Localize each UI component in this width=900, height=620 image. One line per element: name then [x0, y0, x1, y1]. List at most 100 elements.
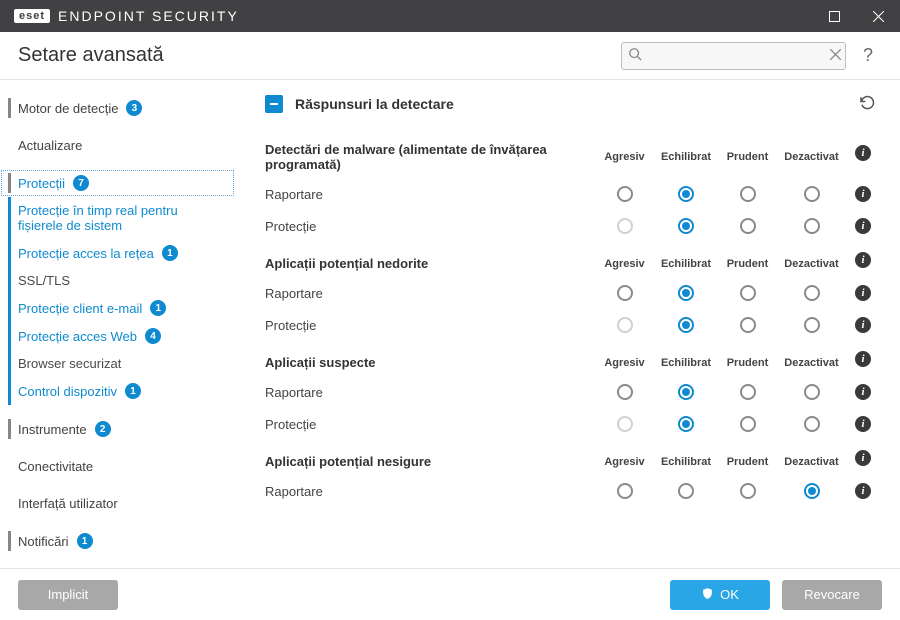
radio-option[interactable]: [740, 416, 756, 432]
content-area: Răspunsuri la detectare Detectări de mal…: [235, 80, 900, 568]
ok-button[interactable]: OK: [670, 580, 770, 610]
sidebar-subitem[interactable]: Browser securizat: [0, 350, 235, 377]
column-header: Agresiv: [597, 244, 652, 276]
help-button[interactable]: ?: [854, 45, 882, 66]
sidebar-item[interactable]: Notificări1: [0, 527, 235, 555]
sidebar-subitem[interactable]: Control dispozitiv 1: [0, 377, 235, 405]
sidebar-subitem[interactable]: SSL/TLS: [0, 267, 235, 294]
shield-icon: [701, 587, 714, 603]
subheader: Setare avansată ?: [0, 32, 900, 80]
radio-option[interactable]: [740, 317, 756, 333]
collapse-toggle[interactable]: [265, 95, 283, 113]
sidebar-item[interactable]: Instrumente2: [0, 415, 235, 443]
radio-option[interactable]: [678, 285, 694, 301]
radio-option[interactable]: [617, 285, 633, 301]
column-header: Prudent: [720, 137, 775, 169]
group-title: Aplicații potențial nedorite: [265, 242, 593, 277]
radio-option[interactable]: [617, 384, 633, 400]
radio-option[interactable]: [678, 186, 694, 202]
cancel-button[interactable]: Revocare: [782, 580, 882, 610]
column-header: Agresiv: [597, 442, 652, 474]
reset-icon[interactable]: [858, 94, 878, 114]
sidebar-badge: 1: [162, 245, 178, 261]
sidebar-item[interactable]: Protecții7: [0, 169, 235, 197]
radio-option[interactable]: [678, 317, 694, 333]
radio-option[interactable]: [804, 285, 820, 301]
group-title: Aplicații potențial nesigure: [265, 440, 593, 475]
settings-grid: Detectări de malware (alimentate de învă…: [265, 128, 878, 507]
info-icon[interactable]: i: [855, 186, 871, 202]
radio-option[interactable]: [678, 483, 694, 499]
sidebar-item-label: Protecții: [18, 176, 65, 191]
info-icon[interactable]: i: [855, 384, 871, 400]
sidebar-item-label: Protecție client e-mail: [18, 301, 142, 316]
column-header: Dezactivat: [779, 343, 844, 375]
radio-option: [617, 317, 633, 333]
info-icon[interactable]: i: [855, 416, 871, 432]
clear-search-icon[interactable]: [830, 48, 841, 63]
radio-option[interactable]: [678, 416, 694, 432]
radio-option[interactable]: [740, 384, 756, 400]
sidebar-item[interactable]: Conectivitate: [0, 453, 235, 480]
radio-option[interactable]: [740, 483, 756, 499]
setting-label: Raportare: [265, 476, 593, 507]
column-header: Prudent: [720, 442, 775, 474]
sidebar-subitem[interactable]: Protecție client e-mail1: [0, 294, 235, 322]
sidebar-item-label: Browser securizat: [18, 356, 121, 371]
maximize-button[interactable]: [812, 0, 856, 32]
radio-option[interactable]: [804, 186, 820, 202]
radio-option[interactable]: [740, 285, 756, 301]
sidebar-subitem[interactable]: Protecție acces la rețea1: [0, 239, 235, 267]
radio-option[interactable]: [740, 218, 756, 234]
window-buttons: [812, 0, 900, 32]
column-header: Echilibrat: [656, 137, 716, 169]
sidebar-item-label: Interfață utilizator: [18, 496, 118, 511]
search-box[interactable]: [621, 42, 846, 70]
close-button[interactable]: [856, 0, 900, 32]
radio-option[interactable]: [617, 186, 633, 202]
content-scroll[interactable]: Răspunsuri la detectare Detectări de mal…: [235, 80, 888, 568]
radio-option[interactable]: [804, 384, 820, 400]
group-title: Aplicații suspecte: [265, 341, 593, 376]
sidebar-item-label: Notificări: [18, 534, 69, 549]
radio-option[interactable]: [678, 218, 694, 234]
search-icon: [628, 47, 642, 64]
sidebar-subitem[interactable]: Protecție în timp real pentru fișierele …: [0, 197, 235, 239]
info-icon[interactable]: i: [855, 145, 871, 161]
group-title: Detectări de malware (alimentate de învă…: [265, 128, 593, 178]
column-header: Prudent: [720, 244, 775, 276]
search-input[interactable]: [648, 48, 824, 63]
info-icon[interactable]: i: [855, 483, 871, 499]
sidebar-item-label: Protecție acces Web: [18, 329, 137, 344]
sidebar-badge: 1: [125, 383, 141, 399]
info-icon[interactable]: i: [855, 218, 871, 234]
sidebar-item-label: Control dispozitiv: [18, 384, 117, 399]
radio-option[interactable]: [804, 218, 820, 234]
sidebar-subitem[interactable]: Protecție acces Web4: [0, 322, 235, 350]
radio-option[interactable]: [617, 483, 633, 499]
sidebar-badge: 3: [126, 100, 142, 116]
radio-option[interactable]: [740, 186, 756, 202]
sidebar-item-label: Protecție în timp real pentru fișierele …: [18, 203, 223, 233]
radio-option[interactable]: [804, 416, 820, 432]
default-button[interactable]: Implicit: [18, 580, 118, 610]
radio-option[interactable]: [678, 384, 694, 400]
column-header: Echilibrat: [656, 244, 716, 276]
info-icon[interactable]: i: [855, 450, 871, 466]
info-icon[interactable]: i: [855, 317, 871, 333]
setting-label: Protecție: [265, 211, 593, 242]
info-icon[interactable]: i: [855, 252, 871, 268]
info-icon[interactable]: i: [855, 351, 871, 367]
radio-option[interactable]: [804, 483, 820, 499]
column-header: Agresiv: [597, 137, 652, 169]
info-icon[interactable]: i: [855, 285, 871, 301]
radio-option[interactable]: [804, 317, 820, 333]
radio-option: [617, 416, 633, 432]
sidebar-item-label: Instrumente: [18, 422, 87, 437]
brand-box: eset: [14, 9, 50, 23]
sidebar-item[interactable]: Interfață utilizator: [0, 490, 235, 517]
page-title: Setare avansată: [18, 44, 164, 67]
sidebar-item[interactable]: Actualizare: [0, 132, 235, 159]
sidebar-item-label: Conectivitate: [18, 459, 93, 474]
sidebar-item[interactable]: Motor de detecție3: [0, 94, 235, 122]
